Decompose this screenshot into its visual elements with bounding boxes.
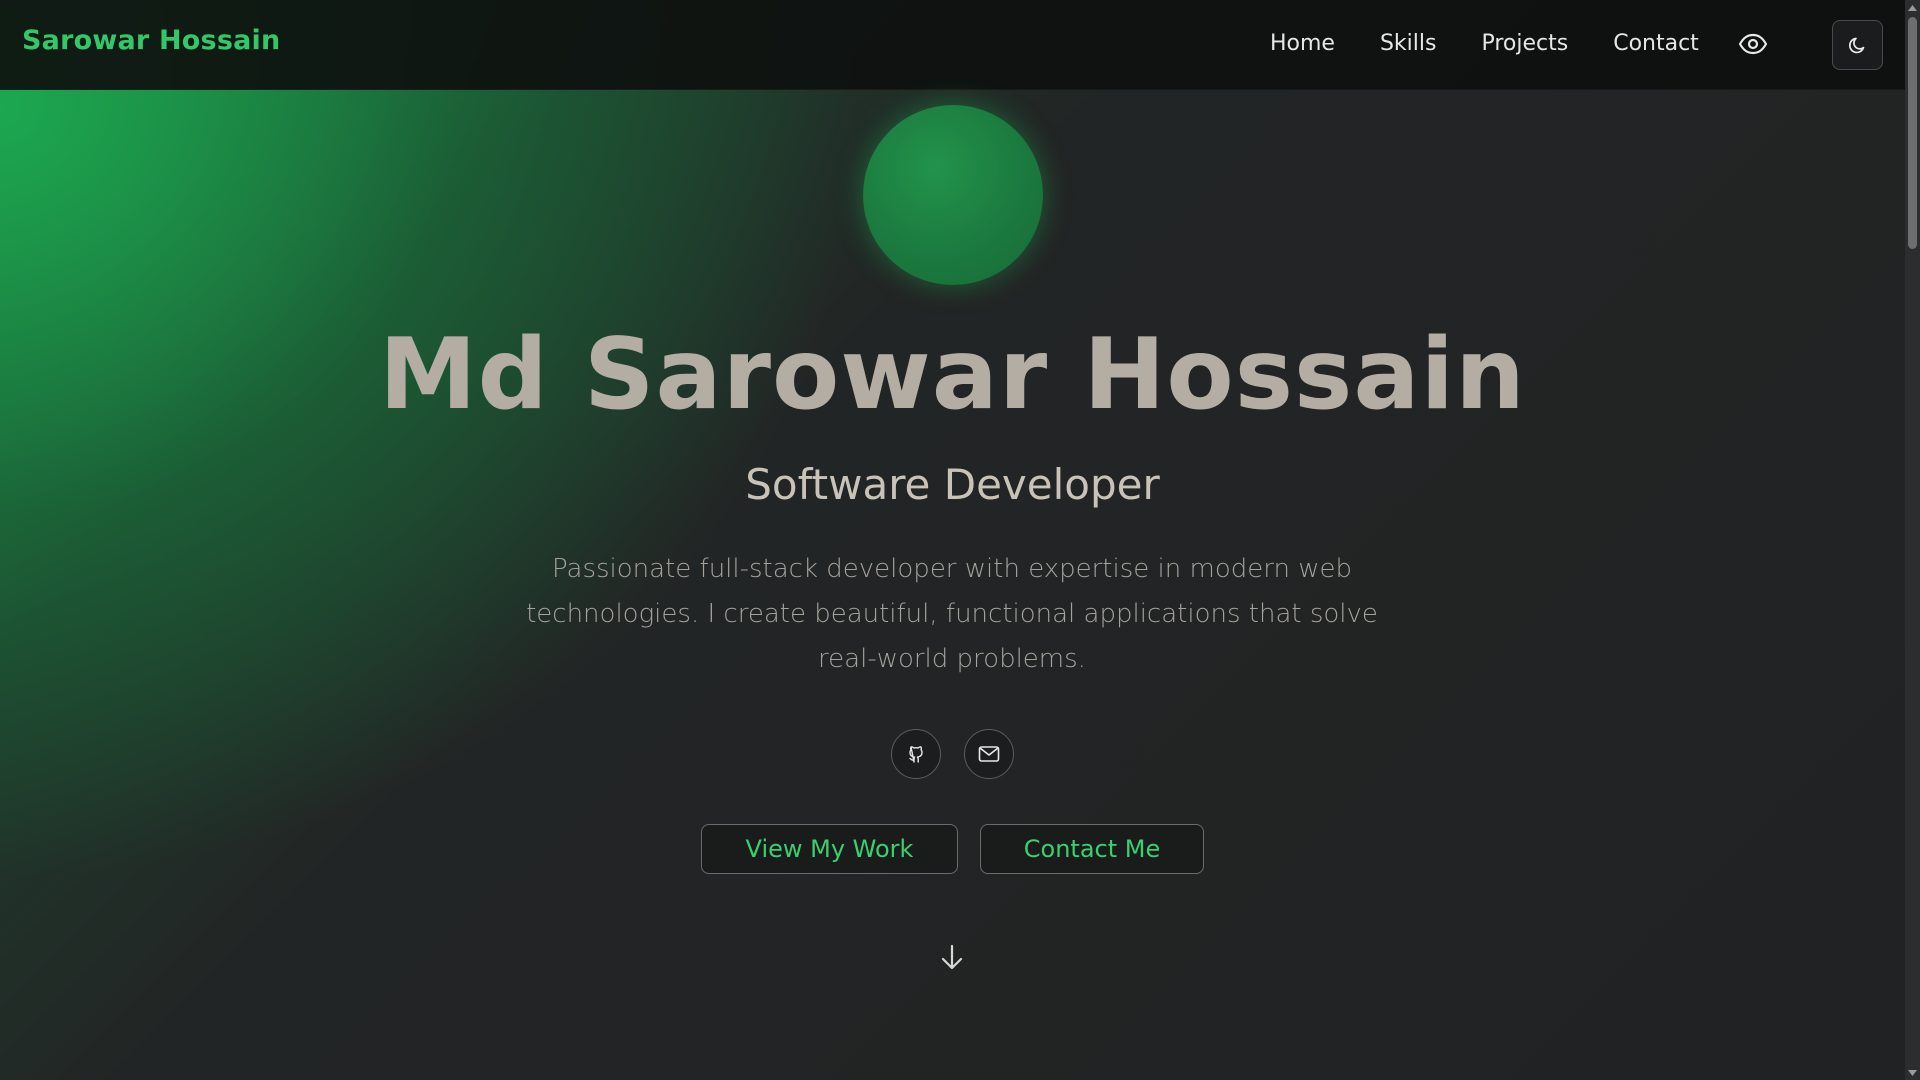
nav-link-contact[interactable]: Contact xyxy=(1613,28,1699,60)
nav-links: Home Skills Projects Contact xyxy=(1270,28,1744,60)
hero-description: Passionate full-stack developer with exp… xyxy=(526,554,1378,674)
nav-link-home[interactable]: Home xyxy=(1270,28,1335,60)
nav-link-skills[interactable]: Skills xyxy=(1380,28,1437,60)
vertical-scrollbar[interactable] xyxy=(1905,0,1920,1080)
view-my-work-button[interactable]: View My Work xyxy=(701,824,958,874)
brand-logo-link[interactable]: Sarowar Hossain xyxy=(22,25,280,56)
mail-icon xyxy=(978,746,1000,762)
theme-toggle-button[interactable] xyxy=(1832,20,1883,70)
visibility-toggle-button[interactable] xyxy=(1733,26,1773,62)
avatar xyxy=(863,105,1043,285)
nav-link-projects[interactable]: Projects xyxy=(1481,28,1568,60)
moon-icon xyxy=(1848,37,1864,54)
github-link[interactable] xyxy=(891,729,941,779)
navbar: Sarowar Hossain Home Skills Projects Con… xyxy=(0,0,1905,90)
hero-name-heading: Md Sarowar Hossain xyxy=(379,318,1526,432)
contact-me-button[interactable]: Contact Me xyxy=(980,824,1204,874)
scroll-up-arrow-icon[interactable] xyxy=(1905,0,1920,15)
hero-role-subtitle: Software Developer xyxy=(745,460,1160,509)
eye-icon xyxy=(1738,33,1768,55)
github-icon xyxy=(909,746,923,763)
arrow-down-icon xyxy=(941,944,963,970)
scroll-down-link[interactable] xyxy=(937,942,967,972)
page-viewport: Sarowar Hossain Home Skills Projects Con… xyxy=(0,0,1905,1080)
scroll-down-arrow-icon[interactable] xyxy=(1905,1065,1920,1080)
email-link[interactable] xyxy=(964,729,1014,779)
scrollbar-thumb[interactable] xyxy=(1908,17,1917,249)
